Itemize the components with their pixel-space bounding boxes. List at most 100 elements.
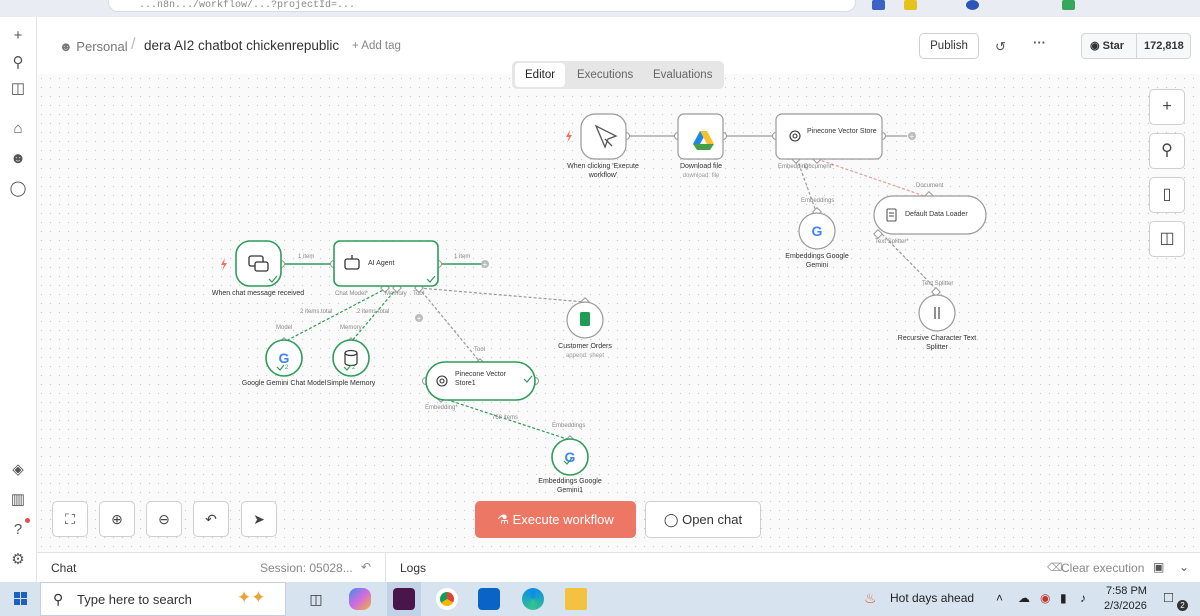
file-explorer-icon[interactable] (565, 588, 587, 610)
trigger-bolt-icon (566, 130, 572, 143)
popout-icon[interactable]: ▣ (1153, 560, 1164, 574)
open-chat-button[interactable]: ◯ Open chat (645, 501, 761, 538)
edge-label: Embedding* (425, 405, 458, 411)
volume-icon[interactable]: ♪ (1080, 591, 1086, 605)
templates-button[interactable]: ▯ (1149, 177, 1185, 213)
extension-icon[interactable] (872, 0, 885, 10)
node-label: When chat message received (211, 290, 305, 297)
open-chat-label: Open chat (682, 512, 743, 527)
help-icon[interactable]: ? (9, 521, 27, 539)
node-simple-memory (332, 339, 370, 377)
svg-text:+: + (417, 314, 422, 323)
weather-icon[interactable]: ♨ (864, 590, 877, 607)
node-manual-trigger (580, 113, 627, 160)
clock-time[interactable]: 7:58 PM (1106, 585, 1147, 597)
edge-label: Embeddings (801, 198, 835, 204)
node-text-splitter (918, 294, 956, 332)
edge-label: 768 items (492, 415, 519, 421)
search-icon: ⚲ (53, 591, 64, 607)
sub-connection (418, 287, 586, 303)
run-count-badge: 2 (285, 365, 289, 371)
search-icon[interactable]: ⚲ (9, 54, 27, 72)
weather-text[interactable]: Hot days ahead (890, 591, 974, 605)
notification-dot (25, 518, 30, 523)
add-node-button[interactable]: + (1149, 89, 1185, 125)
fit-view-button[interactable]: ⛶ (52, 501, 88, 537)
extension-icon[interactable] (904, 0, 917, 10)
edge-label: Chat Model* (335, 291, 369, 297)
extension-icon[interactable] (1062, 0, 1075, 10)
extension-icon[interactable] (966, 0, 979, 10)
onedrive-icon[interactable]: ☁ (1018, 591, 1030, 605)
node-label: Simple Memory (326, 380, 376, 387)
node-subtitle: append: sheet (565, 353, 605, 359)
github-star-button[interactable]: ◉ Star (1082, 34, 1137, 58)
insights-icon[interactable]: ▥ (9, 491, 27, 509)
edge-label: Memory (340, 325, 362, 331)
project-breadcrumb[interactable]: ☻ Personal (59, 39, 128, 54)
zoom-out-button[interactable]: ⊖ (146, 501, 182, 537)
workflow-title[interactable]: dera AI2 chatbot chickenrepublic (144, 38, 339, 53)
chat-panel-title[interactable]: Chat (51, 561, 76, 575)
browser-toolbar: ...n8n.../workflow/...?projectId=... (0, 0, 1200, 17)
tidy-up-button[interactable]: ➤ (241, 501, 277, 537)
edge-label: 2 items total (357, 309, 390, 315)
home-icon[interactable]: ⌂ (9, 120, 27, 138)
project-name[interactable]: Personal (76, 39, 127, 54)
reset-session-icon[interactable]: ↶ (361, 560, 371, 574)
trigger-bolt-icon (221, 258, 227, 271)
templates-icon[interactable]: ◈ (9, 461, 27, 479)
search-nodes-button[interactable]: ⚲ (1149, 133, 1185, 169)
google-g-icon: G (812, 223, 823, 239)
chat-icon[interactable]: ◯ (9, 180, 27, 198)
taskbar-search[interactable]: ⚲ Type here to search ✦✦ (40, 582, 286, 616)
publish-button[interactable]: Publish (919, 33, 979, 59)
node-label: AI Agent (368, 260, 395, 267)
panel-toggle-icon[interactable]: ◫ (9, 80, 27, 98)
node-label: Pinecone Vector Store1 (455, 371, 506, 387)
google-g-icon: G (279, 350, 290, 366)
notification-center-icon[interactable]: □ (1164, 589, 1173, 606)
chat-icon: ◯ (663, 512, 679, 527)
bottom-panel-bar: Chat Session: 05028... ↶ Logs ⌫ Clear ex… (37, 552, 1200, 583)
github-star-count: 172,818 (1144, 40, 1184, 52)
github-star-widget[interactable]: ◉ Star 172,818 (1081, 33, 1191, 59)
svg-text:+: + (910, 132, 915, 141)
node-label: Customer Orders (558, 343, 612, 350)
clock-date[interactable]: 2/3/2026 (1104, 600, 1147, 612)
settings-icon[interactable]: ⚙ (9, 551, 27, 569)
edge-label: Embeddings (552, 423, 586, 429)
edge-label: 2 items total (300, 309, 333, 315)
add-tag-button[interactable]: + Add tag (352, 40, 401, 52)
panel-divider (385, 553, 386, 583)
logs-panel-title[interactable]: Logs (400, 561, 426, 575)
clear-execution-button[interactable]: Clear execution (1061, 561, 1144, 575)
copilot-icon[interactable] (349, 588, 371, 610)
sub-handle (873, 229, 883, 239)
windows-start-icon[interactable] (0, 582, 40, 616)
collapse-icon[interactable]: ⌄ (1179, 560, 1189, 574)
outlook-icon[interactable] (478, 588, 500, 610)
chrome-icon[interactable] (436, 588, 458, 610)
sidebar-toggle-button[interactable]: ◫ (1149, 221, 1185, 257)
battery-icon[interactable]: ▮ (1060, 591, 1067, 605)
execute-workflow-button[interactable]: ⚗ Execute workflow (475, 501, 636, 538)
network-icon[interactable]: ◉ (1040, 591, 1050, 605)
more-options-icon[interactable]: ··· (1033, 35, 1046, 50)
edge-label: 1 item (454, 254, 471, 260)
address-bar[interactable]: ...n8n.../workflow/...?projectId=... (108, 0, 856, 12)
github-star-label: Star (1102, 40, 1125, 52)
user-icon[interactable]: ☻ (9, 150, 27, 168)
node-label: Download file (679, 163, 723, 170)
undo-button[interactable]: ↶ (193, 501, 229, 537)
node-label: Recursive Character Text Splitter (897, 335, 977, 351)
task-view-icon[interactable]: ◫ (305, 588, 327, 610)
tray-expand-icon[interactable]: ˄ (996, 591, 1003, 605)
zoom-in-button[interactable]: ⊕ (99, 501, 135, 537)
workflow-canvas[interactable]: Editor Executions Evaluations + + + G G … (37, 61, 1200, 552)
plus-icon[interactable]: + (9, 27, 27, 45)
slack-icon[interactable] (393, 588, 415, 610)
edge-icon[interactable] (522, 588, 544, 610)
edge-label: Document (916, 183, 944, 189)
history-icon[interactable]: ↺ (995, 39, 1006, 55)
